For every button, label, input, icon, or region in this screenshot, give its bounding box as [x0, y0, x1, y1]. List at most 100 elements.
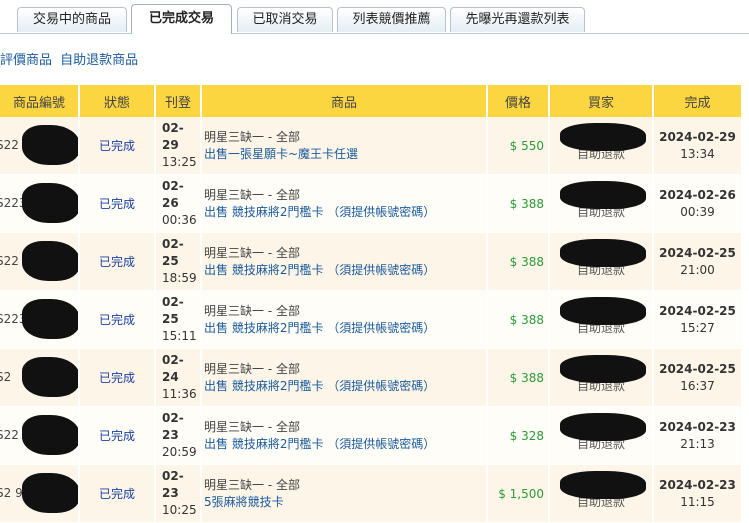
buyer-cell: 自助退款	[549, 232, 654, 291]
table-row: S2 97 已完成 02-23 10:25 明星三缺一 - 全部 5張麻將競技卡 $ 1,5…	[0, 464, 743, 523]
posted-date: 02-24	[162, 353, 184, 384]
done-cell: 2024-02-23 21:13	[653, 406, 743, 465]
redaction-mark	[560, 355, 646, 383]
item-category: 明星三缺一 - 全部	[204, 129, 300, 144]
status-text: 已完成	[98, 487, 135, 501]
item-title-link[interactable]: 出售 競技麻將2門檻卡 （須提供帳號密碼）	[204, 204, 486, 221]
redaction-mark	[560, 123, 646, 151]
tab-bid-recommend[interactable]: 列表競價推薦	[337, 7, 446, 32]
done-time: 11:15	[680, 494, 715, 509]
price-cell: $ 328	[487, 406, 550, 465]
status-cell: 已完成	[79, 117, 156, 175]
table-row: S22 3 已完成 02-23 20:59 明星三缺一 - 全部出售 競技麻將2門檻卡 …	[0, 406, 743, 465]
tab-in-progress[interactable]: 交易中的商品	[17, 7, 127, 32]
posted-date: 02-23	[162, 469, 184, 500]
col-header-price: 價格	[487, 85, 550, 117]
price-value: $ 328	[509, 428, 544, 443]
redaction-mark	[22, 299, 77, 339]
tab-expose-then-refund[interactable]: 先曝光再還款列表	[450, 7, 585, 32]
done-date: 2024-02-23	[659, 419, 736, 434]
item-title-link[interactable]: 出售一張星願卡~魔王卡任選	[204, 146, 486, 163]
done-date: 2024-02-25	[659, 361, 736, 376]
posted-date: 02-25	[162, 237, 184, 268]
posted-time: 15:11	[162, 329, 197, 343]
item-id-cell: S223 78	[0, 290, 80, 349]
item-title-link[interactable]: 出售 競技麻將2門檻卡 （須提供帳號密碼）	[204, 320, 486, 337]
item-id-cell: S22 3	[0, 406, 80, 465]
item-cell: 明星三缺一 - 全部出售 競技麻將2門檻卡 （須提供帳號密碼）	[201, 174, 488, 233]
status-cell: 已完成	[79, 232, 156, 291]
done-time: 13:34	[680, 146, 715, 161]
completed-trades-table: 商品編號 狀態 刊登 商品 價格 買家 完成 S22 25 已完成 02-29 13:…	[0, 85, 743, 523]
price-value: $ 388	[509, 312, 544, 327]
posted-date: 02-23	[162, 411, 184, 442]
item-title-link[interactable]: 5張麻將競技卡	[204, 494, 486, 511]
posted-cell: 02-23 10:25	[155, 464, 202, 523]
status-cell: 已完成	[79, 464, 156, 523]
price-value: $ 1,500	[498, 486, 544, 501]
price-cell: $ 550	[487, 117, 550, 175]
price-value: $ 388	[509, 196, 544, 211]
redaction-mark	[22, 183, 77, 223]
posted-time: 00:36	[162, 213, 197, 227]
item-id-cell: S2 97	[0, 464, 80, 523]
status-text: 已完成	[98, 313, 135, 327]
item-cell: 明星三缺一 - 全部 5張麻將競技卡	[201, 464, 488, 523]
item-title-link[interactable]: 出售 競技麻將2門檻卡 （須提供帳號密碼）	[204, 378, 486, 395]
status-cell: 已完成	[79, 406, 156, 465]
item-cell: 明星三缺一 - 全部 出售 競技麻將2門檻卡 （須提供帳號密碼）	[201, 348, 488, 407]
item-id-cell: S22 003	[0, 232, 80, 291]
status-text: 已完成	[98, 255, 135, 269]
sub-filter-links: 未評價商品 自助退款商品	[0, 49, 138, 69]
posted-cell: 02-23 20:59	[155, 406, 202, 465]
price-cell: $ 388	[487, 348, 550, 407]
done-cell: 2024-02-25 16:37	[653, 348, 743, 407]
redaction-mark	[560, 297, 646, 325]
done-cell: 2024-02-29 13:34	[653, 117, 743, 175]
table-header-row: 商品編號 狀態 刊登 商品 價格 買家 完成	[0, 85, 743, 117]
item-cell: 明星三缺一 - 全部出售一張星願卡~魔王卡任選	[201, 117, 488, 175]
item-category: 明星三缺一 - 全部	[204, 477, 300, 492]
item-id: S2	[0, 370, 12, 384]
status-cell: 已完成	[79, 290, 156, 349]
col-header-status: 狀態	[79, 85, 156, 117]
price-value: $ 388	[509, 370, 544, 385]
item-title-link[interactable]: 出售 競技麻將2門檻卡 （須提供帳號密碼）	[204, 436, 486, 453]
status-text: 已完成	[98, 139, 135, 153]
buyer-cell: 自助退款	[549, 290, 654, 349]
posted-date: 02-25	[162, 295, 184, 326]
tab-cancelled[interactable]: 已取消交易	[237, 7, 333, 32]
table-row: S223 78 已完成 02-25 15:11 明星三缺一 - 全部出售 競技麻將2門檻…	[0, 290, 743, 349]
done-time: 15:27	[680, 320, 715, 335]
status-cell: 已完成	[79, 348, 156, 407]
item-id-cell: S223 75	[0, 174, 80, 233]
price-cell: $ 388	[487, 290, 550, 349]
posted-cell: 02-29 13:25	[155, 117, 202, 175]
posted-date: 02-29	[162, 121, 184, 152]
item-cell: 明星三缺一 - 全部 出售 競技麻將2門檻卡 （須提供帳號密碼）	[201, 290, 488, 349]
item-category: 明星三缺一 - 全部	[204, 419, 300, 434]
done-date: 2024-02-25	[659, 303, 736, 318]
table-row: S22 003 已完成 02-25 18:59 明星三缺一 - 全部出售 競技麻將2門檻…	[0, 232, 743, 291]
posted-time: 18:59	[162, 271, 197, 285]
unrated-items-link[interactable]: 未評價商品	[0, 53, 52, 68]
posted-time: 20:59	[162, 445, 197, 459]
done-date: 2024-02-23	[659, 477, 736, 492]
price-value: $ 550	[509, 138, 544, 153]
price-value: $ 388	[509, 254, 544, 269]
redaction-mark	[22, 473, 77, 513]
posted-cell: 02-25 15:11	[155, 290, 202, 349]
redaction-mark	[22, 357, 77, 397]
done-time: 16:37	[680, 378, 715, 393]
item-title-link[interactable]: 出售 競技麻將2門檻卡 （須提供帳號密碼）	[204, 262, 486, 279]
redaction-mark	[22, 415, 77, 455]
self-refund-items-link[interactable]: 自助退款商品	[60, 53, 138, 68]
redaction-mark	[560, 471, 646, 499]
redaction-mark	[22, 125, 77, 165]
done-cell: 2024-02-25 15:27	[653, 290, 743, 349]
item-category: 明星三缺一 - 全部	[204, 187, 300, 202]
price-cell: $ 388	[487, 232, 550, 291]
tab-completed[interactable]: 已完成交易	[131, 4, 232, 34]
done-time: 21:00	[680, 262, 715, 277]
col-header-item: 商品	[201, 85, 488, 117]
